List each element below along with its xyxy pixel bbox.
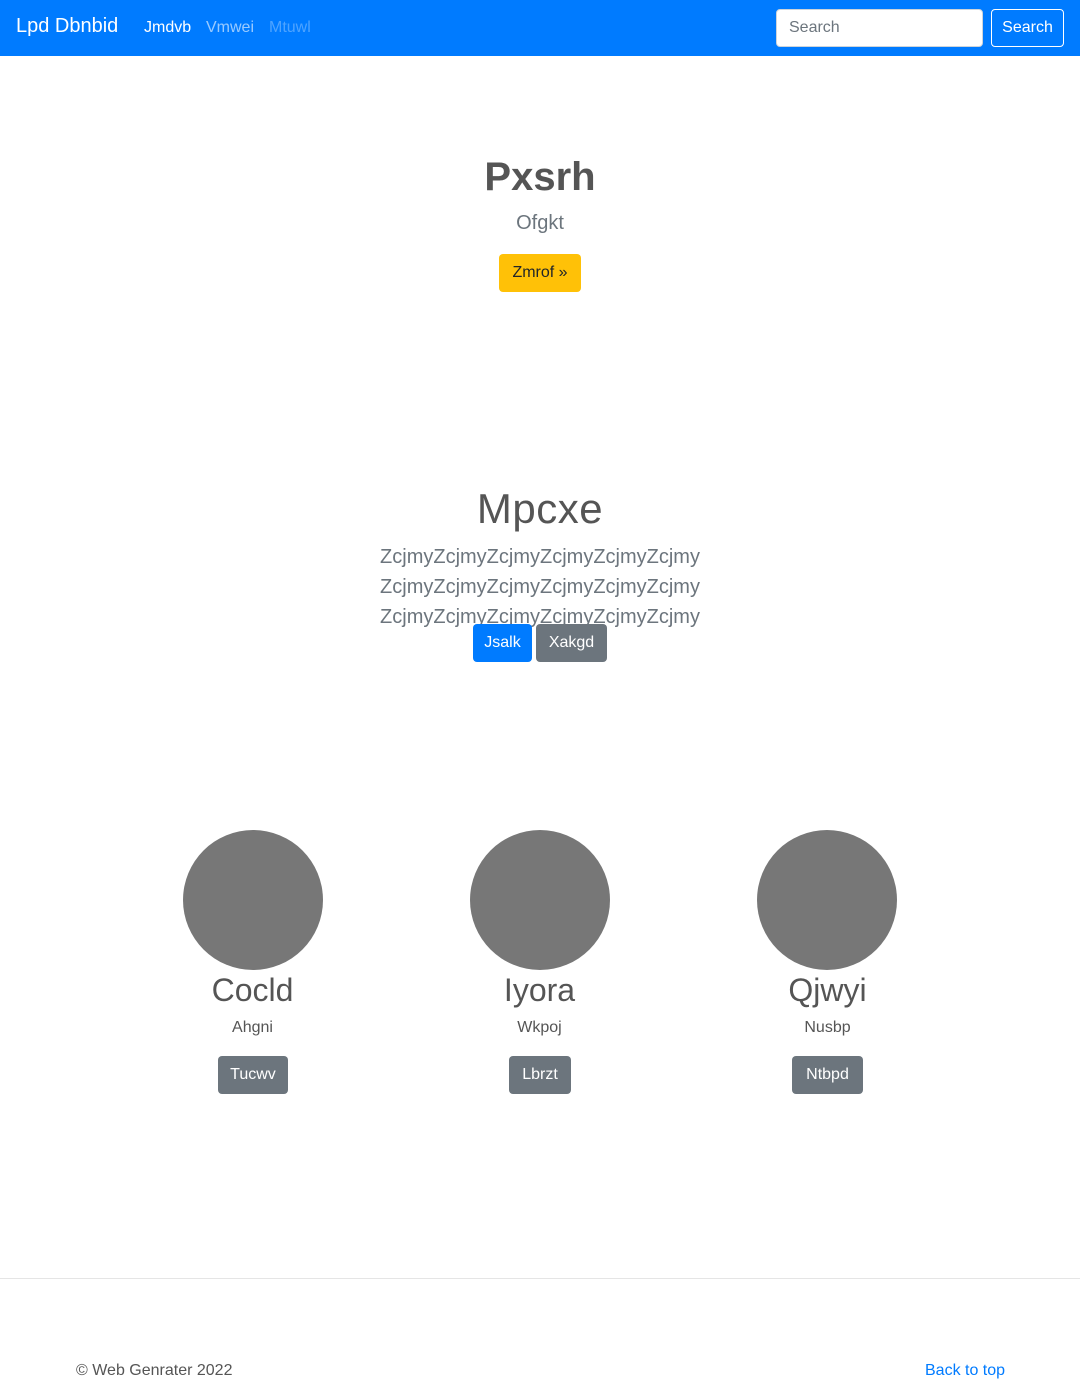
search-button[interactable]: Search xyxy=(991,9,1064,47)
nav-link-mtuwl: Mtuwl xyxy=(269,19,311,36)
column-title: Qjwyi xyxy=(788,972,867,1008)
jumbotron-primary-button[interactable]: Jsalk xyxy=(473,624,532,662)
column-button[interactable]: Ntbpd xyxy=(792,1056,863,1094)
brand-link[interactable]: Lpd Dbnbid xyxy=(16,15,118,38)
back-to-top-link[interactable]: Back to top xyxy=(925,1362,1005,1380)
column-button[interactable]: Tucwv xyxy=(218,1056,288,1094)
placeholder-image-circle xyxy=(470,830,610,970)
search-input[interactable] xyxy=(776,9,983,47)
jumbotron-title: Mpcxe xyxy=(476,485,604,532)
placeholder-image-circle xyxy=(183,830,323,970)
footer-copyright: © Web Genrater 2022 xyxy=(76,1362,233,1379)
column-button[interactable]: Lbrzt xyxy=(509,1056,571,1094)
nav-link-jmdvb[interactable]: Jmdvb xyxy=(144,19,191,37)
jumbotron-secondary-button[interactable]: Xakgd xyxy=(536,624,607,662)
jumbotron-text: ZcjmyZcjmyZcjmyZcjmyZcjmyZcjmy ZcjmyZcjm… xyxy=(380,546,700,628)
column-text: Wkpoj xyxy=(517,1019,562,1036)
column-text: Ahgni xyxy=(232,1019,273,1036)
column-title: Iyora xyxy=(503,972,576,1008)
placeholder-image-circle xyxy=(757,830,897,970)
nav-link-vmwei[interactable]: Vmwei xyxy=(206,19,254,37)
hero-subtitle: Ofgkt xyxy=(516,212,564,234)
column-text: Nusbp xyxy=(804,1019,851,1036)
top-navbar: Lpd Dbnbid Jmdvb Vmwei Mtuwl Search xyxy=(0,0,1080,56)
column-title: Cocld xyxy=(211,972,294,1008)
hero-title: Pxsrh xyxy=(484,155,596,199)
hero-cta-button[interactable]: Zmrof » xyxy=(499,254,581,292)
footer-divider xyxy=(0,1278,1080,1279)
